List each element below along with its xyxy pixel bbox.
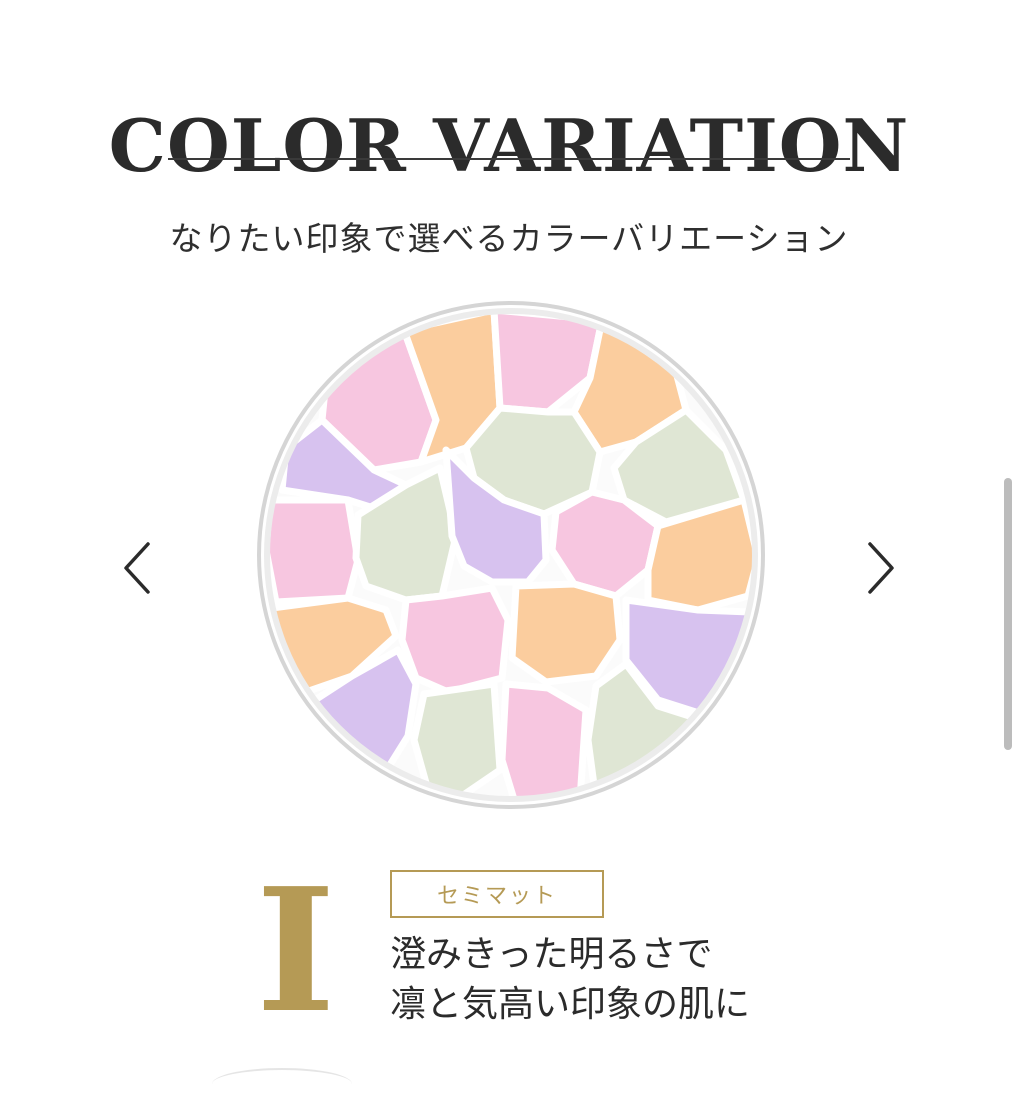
variant-description: 澄みきった明るさで 凛と気高い印象の肌に	[390, 930, 750, 1030]
finish-badge: セミマット	[390, 870, 604, 918]
variant-numeral: I	[256, 851, 336, 1051]
chevron-right-icon	[868, 542, 894, 594]
tile-orange	[508, 580, 624, 686]
title-underline	[168, 158, 850, 160]
color-carousel	[0, 290, 1018, 830]
carousel-prev-button[interactable]	[118, 540, 158, 596]
variant-description-line: 澄みきった明るさで	[390, 934, 713, 975]
chevron-left-icon	[124, 542, 150, 594]
variant-description-line: 凛と気高い印象の肌に	[390, 984, 751, 1025]
product-image	[256, 300, 766, 810]
section-title: COLOR VARIATION	[108, 103, 910, 189]
tile-pink	[498, 680, 590, 799]
section-subtitle: なりたい印象で選べるカラーバリエーション	[169, 219, 849, 258]
powder-compact	[257, 301, 765, 809]
next-item-edge	[212, 1068, 352, 1100]
tile-pink	[267, 496, 362, 606]
carousel-next-button[interactable]	[860, 540, 900, 596]
page-scrollbar[interactable]	[1004, 478, 1012, 750]
tile-pink	[398, 584, 512, 696]
